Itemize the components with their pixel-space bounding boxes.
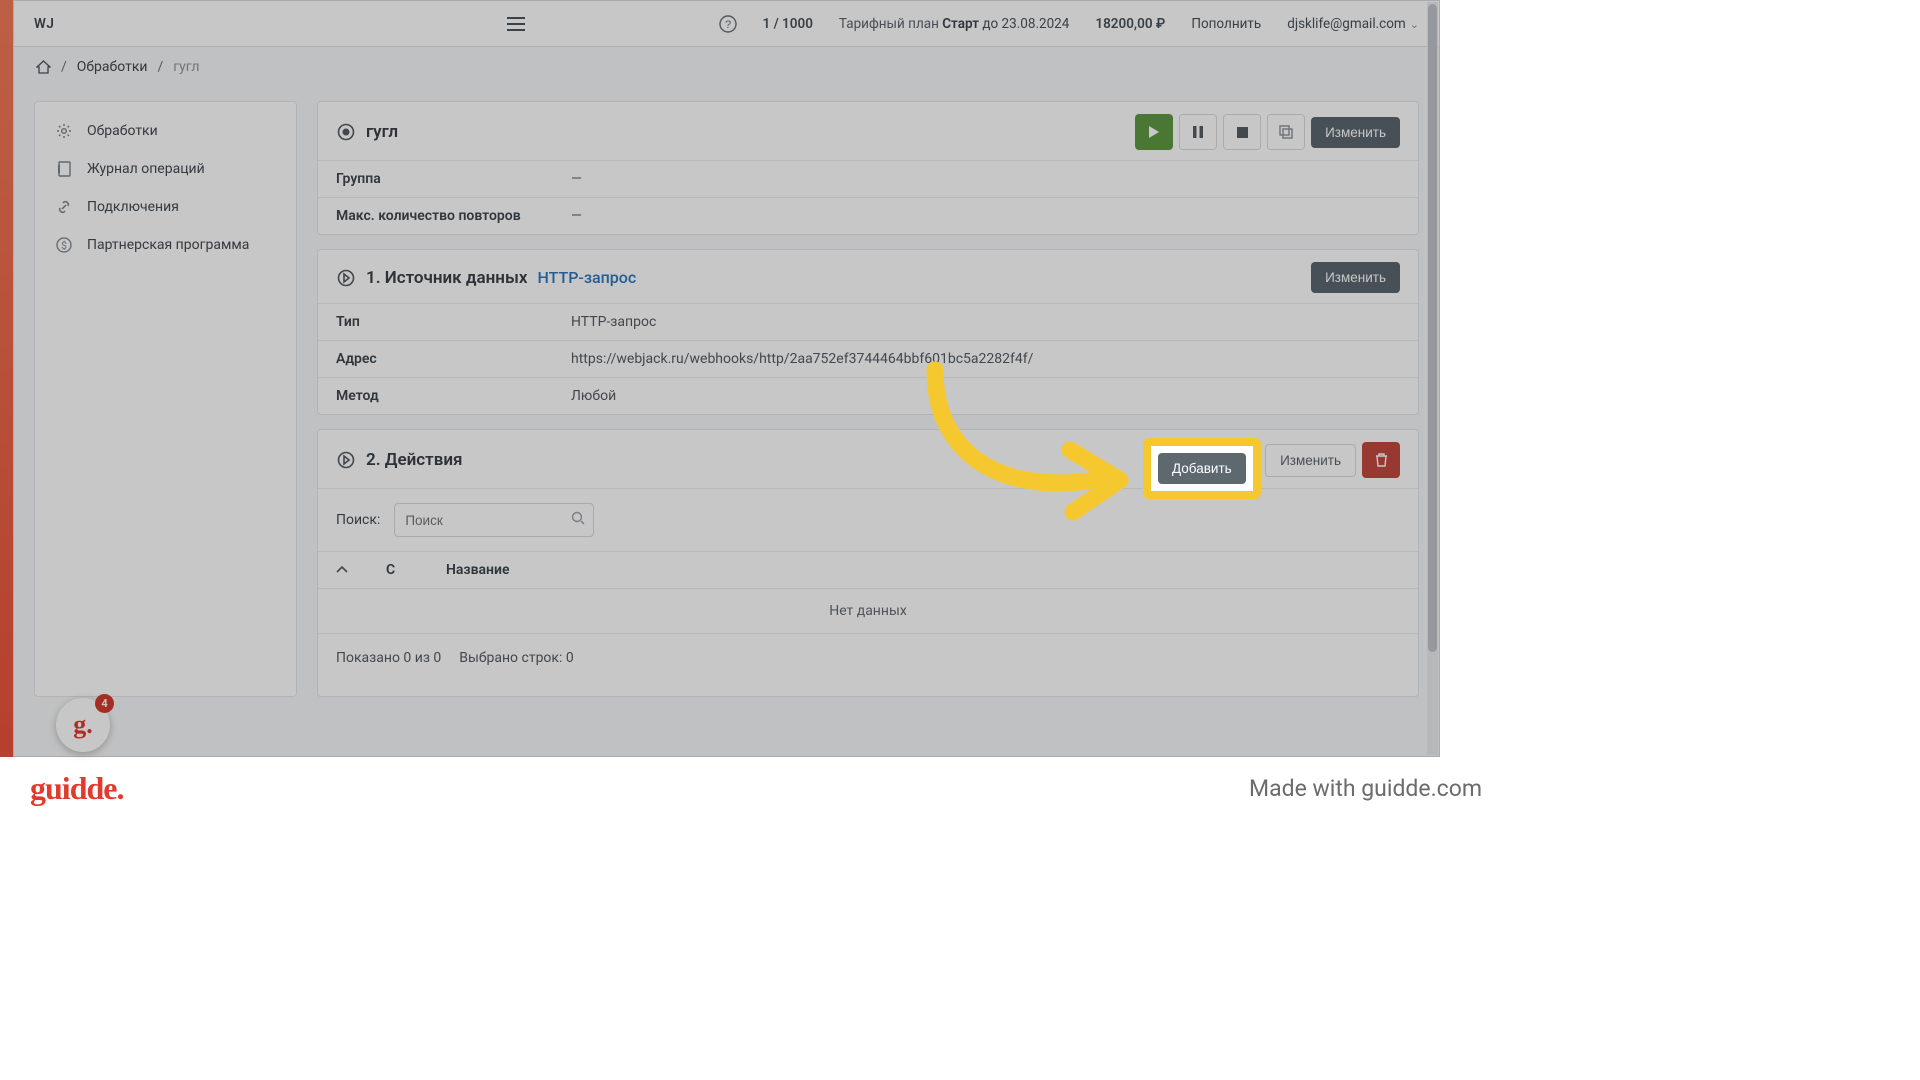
plan-info: Тарифный план Старт до 23.08.2024 bbox=[839, 16, 1069, 32]
sidebar-item-connections[interactable]: Подключения bbox=[35, 188, 296, 226]
sidebar-item-partner[interactable]: $ Партнерская программа bbox=[35, 226, 296, 264]
processing-title: гугл bbox=[366, 122, 398, 142]
source-heading: 1. Источник данных bbox=[366, 268, 527, 288]
edit-actions-button[interactable]: Изменить bbox=[1265, 444, 1356, 477]
sidebar-item-label: Журнал операций bbox=[87, 161, 205, 177]
footer: guidde. Made with guidde.com bbox=[0, 757, 1512, 820]
sidebar-item-obrabotki[interactable]: Обработки bbox=[35, 112, 296, 150]
sort-icon[interactable] bbox=[336, 566, 356, 574]
breadcrumb: / Обработки / гугл bbox=[14, 47, 1439, 87]
col-c: С bbox=[386, 562, 416, 578]
search-icon bbox=[571, 511, 585, 525]
link-icon bbox=[55, 199, 73, 215]
chevron-down-icon: ⌄ bbox=[1410, 18, 1419, 31]
edit-processing-button[interactable]: Изменить bbox=[1311, 117, 1400, 148]
stop-button[interactable] bbox=[1223, 114, 1261, 150]
gear-icon bbox=[55, 123, 73, 139]
kv-row: Тип HTTP-запрос bbox=[318, 304, 1418, 341]
table-head: С Название bbox=[318, 552, 1418, 589]
guidde-logo: guidde. bbox=[30, 770, 123, 807]
pause-button[interactable] bbox=[1179, 114, 1217, 150]
search-label: Поиск: bbox=[336, 512, 380, 528]
add-action-button[interactable]: Добавить bbox=[1158, 453, 1246, 484]
card-source: 1. Источник данных HTTP-запрос Изменить … bbox=[317, 249, 1419, 415]
app-window: WJ ? 1 / 1000 Тарифный план Старт до 23.… bbox=[13, 0, 1440, 757]
svg-text:?: ? bbox=[724, 19, 730, 31]
topup-link[interactable]: Пополнить bbox=[1191, 16, 1261, 32]
app-logo: WJ bbox=[34, 16, 54, 32]
table-empty: Нет данных bbox=[318, 589, 1418, 634]
balance: 18200,00 ₽ bbox=[1095, 16, 1165, 32]
kv-row: Метод Любой bbox=[318, 378, 1418, 414]
gradient-left-edge bbox=[0, 0, 13, 757]
edit-source-button[interactable]: Изменить bbox=[1311, 262, 1400, 293]
sidebar-item-label: Обработки bbox=[87, 123, 158, 139]
play-button[interactable] bbox=[1135, 114, 1173, 150]
hamburger-icon[interactable] bbox=[507, 17, 525, 31]
delete-action-button[interactable] bbox=[1362, 442, 1400, 478]
sidebar-item-label: Подключения bbox=[87, 199, 179, 215]
guidde-bubble-icon: g. bbox=[73, 710, 93, 740]
user-menu[interactable]: djsklife@gmail.com⌄ bbox=[1287, 16, 1419, 32]
source-type-link[interactable]: HTTP-запрос bbox=[537, 268, 636, 287]
svg-text:$: $ bbox=[61, 239, 67, 252]
card-processing: гугл bbox=[317, 101, 1419, 235]
journal-icon bbox=[55, 161, 73, 177]
home-icon[interactable] bbox=[36, 60, 51, 74]
guidde-bubble[interactable]: g. 4 bbox=[56, 698, 110, 752]
help-icon[interactable]: ? bbox=[719, 15, 737, 33]
usage-counter: 1 / 1000 bbox=[763, 16, 813, 32]
step-icon bbox=[336, 268, 356, 288]
search-input[interactable] bbox=[394, 503, 594, 537]
notification-badge: 4 bbox=[95, 694, 114, 713]
kv-row: Адрес https://webjack.ru/webhooks/http/2… bbox=[318, 341, 1418, 378]
crumb-current: гугл bbox=[173, 59, 199, 75]
target-icon bbox=[336, 122, 356, 142]
sidebar-item-journal[interactable]: Журнал операций bbox=[35, 150, 296, 188]
crumb-obrabotki[interactable]: Обработки bbox=[77, 59, 148, 75]
copy-button[interactable] bbox=[1267, 114, 1305, 150]
topbar: WJ ? 1 / 1000 Тарифный план Старт до 23.… bbox=[14, 1, 1439, 47]
sidebar-item-label: Партнерская программа bbox=[87, 237, 249, 253]
col-name: Название bbox=[446, 562, 510, 578]
main-content: гугл bbox=[317, 101, 1419, 697]
table-footer: Показано 0 из 0 Выбрано строк: 0 bbox=[318, 634, 1418, 696]
step-icon bbox=[336, 450, 356, 470]
dollar-icon: $ bbox=[55, 237, 73, 253]
scrollbar[interactable] bbox=[1427, 2, 1438, 755]
kv-row: Макс. количество повторов — bbox=[318, 198, 1418, 234]
kv-row: Группа — bbox=[318, 161, 1418, 198]
sidebar: Обработки Журнал операций Подключения bbox=[34, 101, 297, 697]
highlight-add-button: Добавить bbox=[1143, 438, 1261, 499]
actions-heading: 2. Действия bbox=[366, 450, 463, 470]
footer-credit: Made with guidde.com bbox=[1249, 775, 1482, 802]
